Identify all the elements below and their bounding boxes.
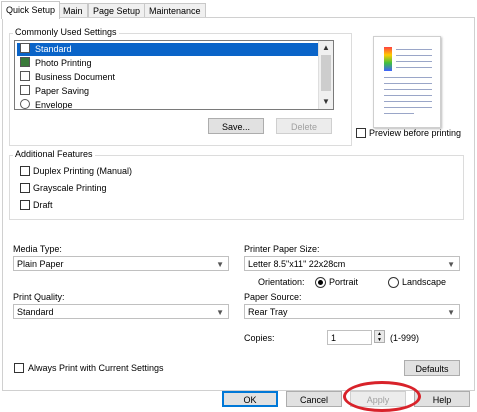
defaults-button[interactable]: Defaults <box>404 360 460 376</box>
always-print-label: Always Print with Current Settings <box>28 363 164 373</box>
list-item-label: Business Document <box>35 72 116 82</box>
preview-line <box>384 113 414 114</box>
list-item-label: Standard <box>35 44 72 54</box>
duplex-printing-label: Duplex Printing (Manual) <box>33 166 133 176</box>
red-circle-annotation <box>343 381 421 412</box>
list-item-label: Photo Printing <box>35 58 92 68</box>
preview-line <box>384 101 432 102</box>
chevron-down-icon: ▼ <box>447 308 455 317</box>
preview-line <box>384 95 432 96</box>
scroll-down-icon[interactable]: ▼ <box>319 95 333 109</box>
media-type-label: Media Type: <box>13 244 62 254</box>
portrait-label: Portrait <box>329 277 359 287</box>
paper-source-value: Rear Tray <box>248 307 288 317</box>
paper-size-value: Letter 8.5"x11" 22x28cm <box>248 259 346 269</box>
media-type-value: Plain Paper <box>17 259 64 269</box>
grayscale-printing-checkbox[interactable] <box>20 183 30 193</box>
always-print-checkbox[interactable] <box>14 363 24 373</box>
preview-line <box>396 67 432 68</box>
chevron-down-icon: ▼ <box>216 260 224 269</box>
tab-maintenance[interactable]: Maintenance <box>144 3 206 18</box>
help-button[interactable]: Help <box>414 391 470 407</box>
additional-features-label: Additional Features <box>13 149 95 159</box>
list-item-business-document[interactable]: Business Document <box>17 71 319 84</box>
list-item-envelope[interactable]: Envelope <box>17 99 319 110</box>
print-quality-select[interactable]: Standard ▼ <box>13 304 229 319</box>
orientation-label: Orientation: <box>258 277 305 287</box>
landscape-radio[interactable] <box>388 277 399 288</box>
color-swatch-icon <box>384 47 392 71</box>
list-item-label: Paper Saving <box>35 86 90 96</box>
tab-page-setup[interactable]: Page Setup <box>88 3 146 18</box>
list-item-photo-printing[interactable]: Photo Printing <box>17 57 319 70</box>
copies-value: 1 <box>331 333 337 343</box>
preview-line <box>384 89 432 90</box>
draft-label: Draft <box>33 200 53 210</box>
paper-size-label: Printer Paper Size: <box>244 244 320 254</box>
delete-button[interactable]: Delete <box>276 118 332 134</box>
preview-line <box>384 107 432 108</box>
preview-before-printing-label: Preview before printing <box>369 128 462 138</box>
duplex-printing-checkbox[interactable] <box>20 166 30 176</box>
paper-saving-icon <box>20 85 30 95</box>
grayscale-printing-label: Grayscale Printing <box>33 183 107 193</box>
paper-source-label: Paper Source: <box>244 292 302 302</box>
paper-size-select[interactable]: Letter 8.5"x11" 22x28cm ▼ <box>244 256 460 271</box>
copies-input[interactable]: 1 <box>327 330 372 345</box>
preview-line <box>396 55 432 56</box>
tab-bar: Quick Setup Main Page Setup Maintenance <box>0 0 477 19</box>
document-icon <box>20 43 30 53</box>
draft-checkbox[interactable] <box>20 200 30 210</box>
preview-line <box>384 83 432 84</box>
list-item-label: Envelope <box>35 100 73 110</box>
commonly-used-settings-label: Commonly Used Settings <box>13 27 119 37</box>
paper-source-select[interactable]: Rear Tray ▼ <box>244 304 460 319</box>
tab-main[interactable]: Main <box>58 3 88 18</box>
media-type-select[interactable]: Plain Paper ▼ <box>13 256 229 271</box>
list-scrollbar[interactable]: ▲ ▼ <box>318 41 333 109</box>
scroll-up-icon[interactable]: ▲ <box>319 41 333 55</box>
document-icon <box>20 71 30 81</box>
envelope-icon <box>20 99 30 109</box>
preview-line <box>396 61 432 62</box>
copies-label: Copies: <box>244 333 275 343</box>
chevron-down-icon: ▼ <box>216 308 224 317</box>
landscape-label: Landscape <box>402 277 447 287</box>
portrait-radio[interactable] <box>315 277 326 288</box>
preview-line <box>384 77 432 78</box>
scroll-thumb[interactable] <box>321 55 331 91</box>
photo-icon <box>20 57 30 67</box>
copies-stepper[interactable]: ▲ ▼ <box>374 330 385 343</box>
preview-line <box>396 49 432 50</box>
copies-range-label: (1-999) <box>390 333 420 343</box>
list-item-paper-saving[interactable]: Paper Saving <box>17 85 319 98</box>
commonly-used-settings-list[interactable]: Standard Photo Printing Business Documen… <box>14 40 334 110</box>
page-preview-image <box>373 36 441 128</box>
cancel-button[interactable]: Cancel <box>286 391 342 407</box>
list-item-standard[interactable]: Standard <box>17 43 319 56</box>
print-quality-value: Standard <box>17 307 54 317</box>
chevron-down-icon: ▼ <box>447 260 455 269</box>
ok-button[interactable]: OK <box>222 391 278 407</box>
save-button[interactable]: Save... <box>208 118 264 134</box>
tab-quick-setup[interactable]: Quick Setup <box>1 1 61 19</box>
preview-before-printing-checkbox[interactable] <box>356 128 366 138</box>
print-quality-label: Print Quality: <box>13 292 65 302</box>
